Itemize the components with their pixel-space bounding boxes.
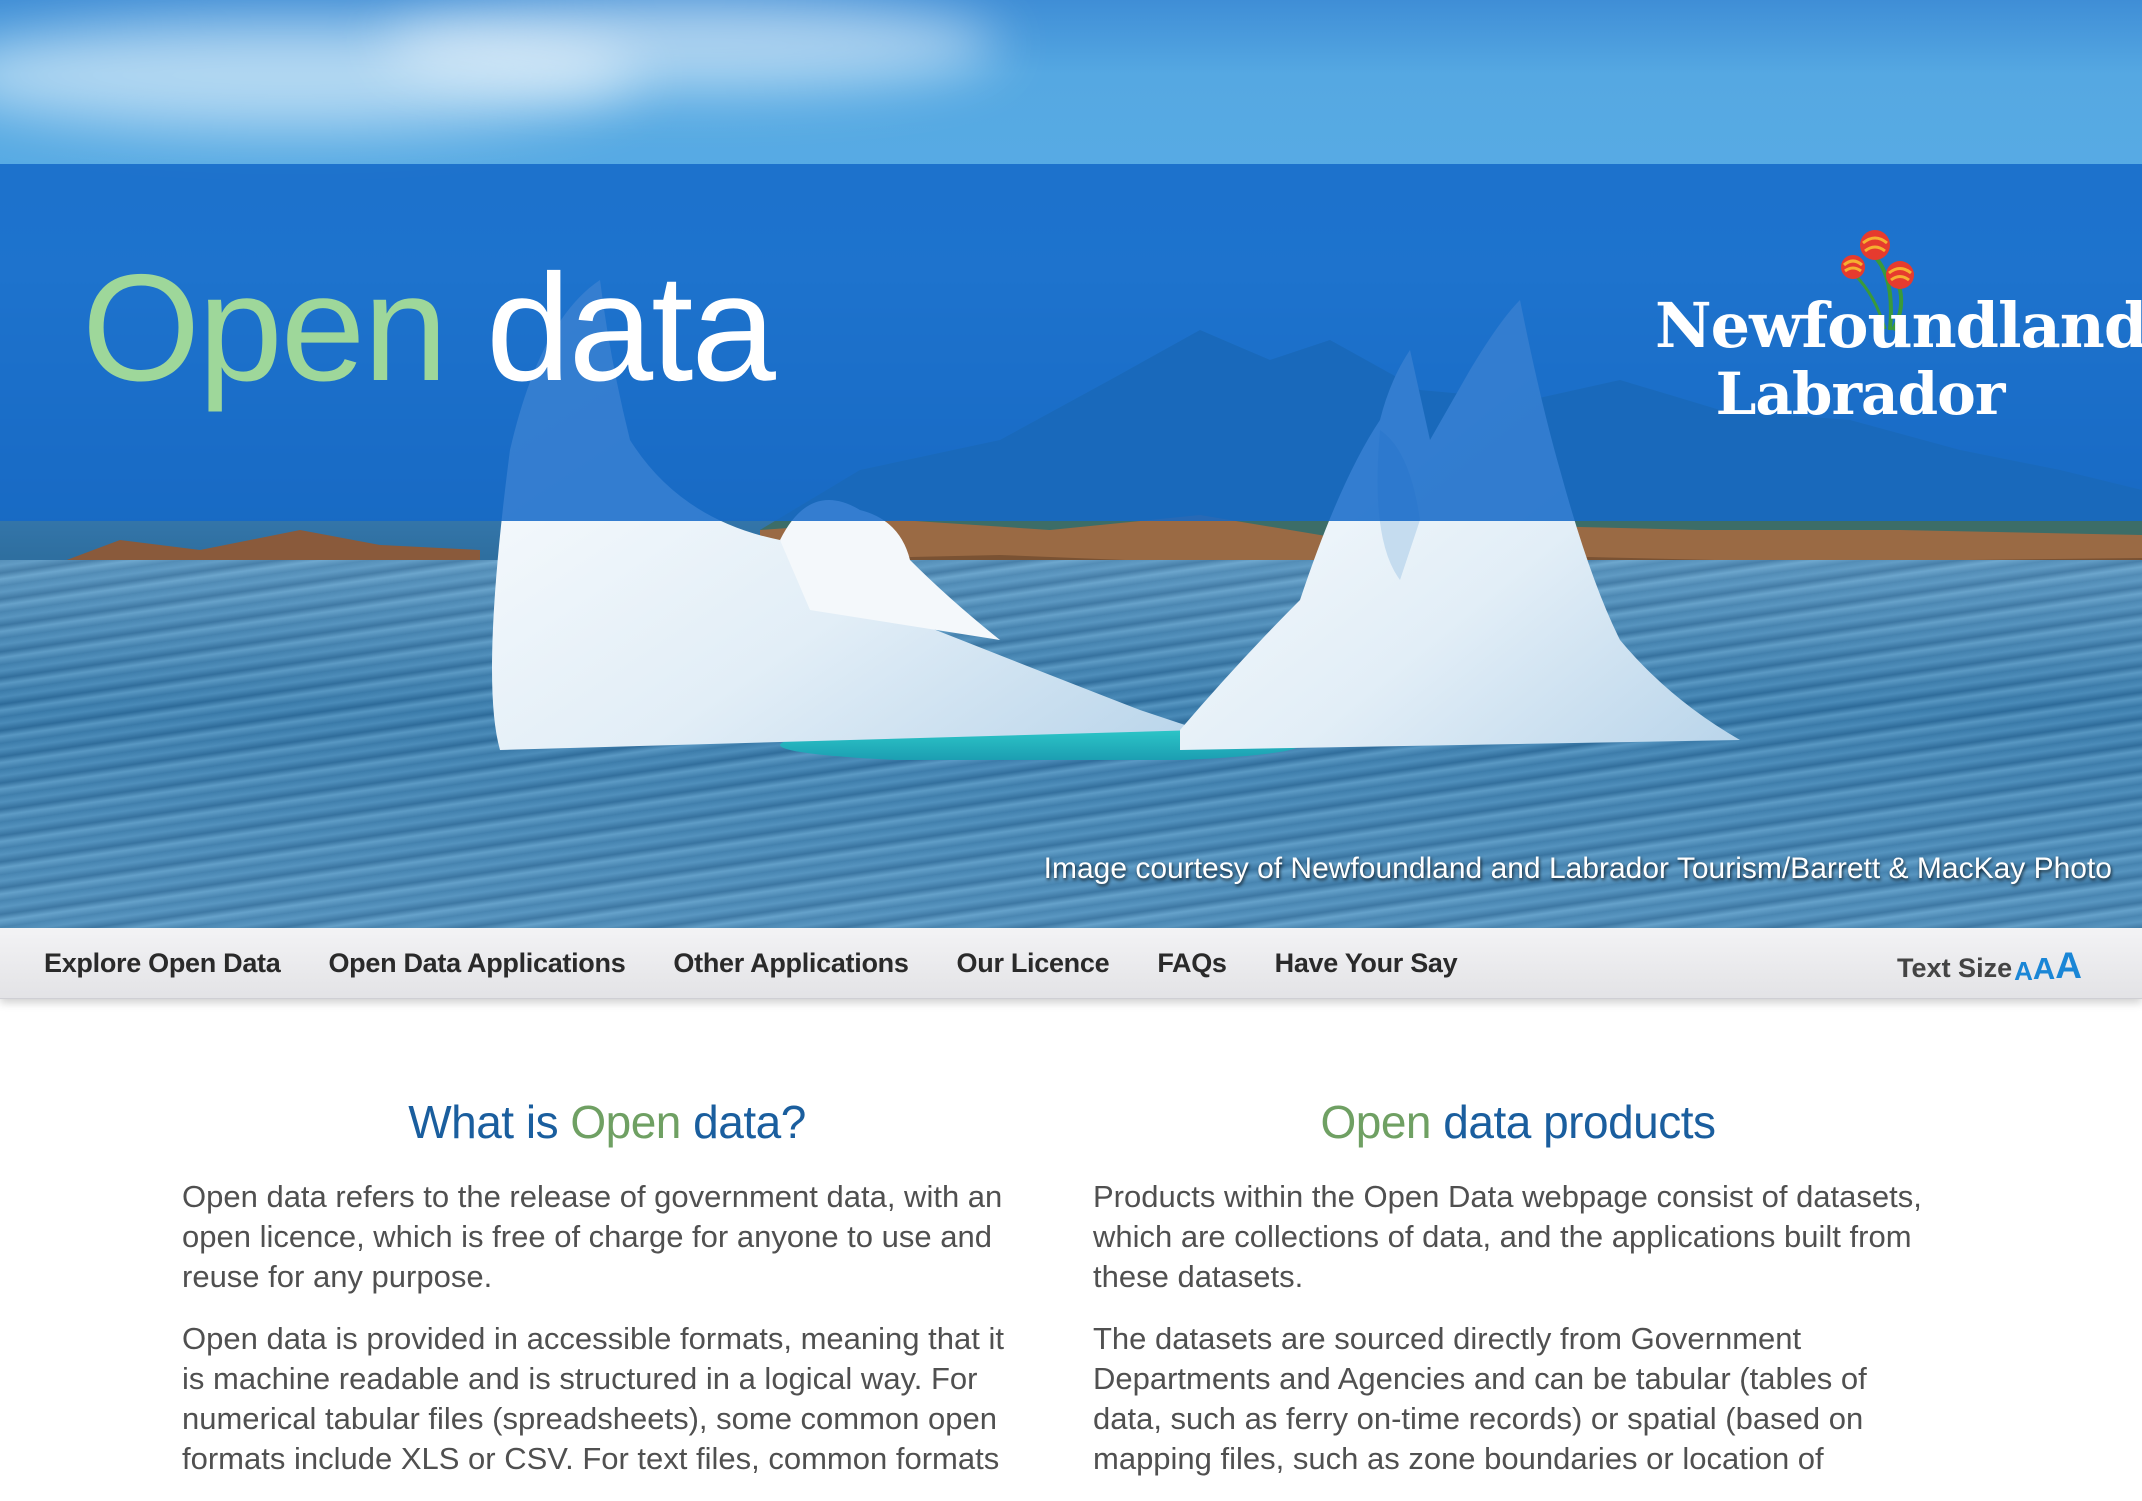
what-is-open-data-heading: What is Open data? (182, 1095, 1032, 1149)
nl-logo[interactable]: Newfoundland Labrador (1655, 225, 2142, 440)
nav-other-applications[interactable]: Other Applications (673, 948, 908, 979)
nav-our-licence[interactable]: Our Licence (957, 948, 1110, 979)
text-size-small-button[interactable]: A (2014, 958, 2033, 984)
heading-text: data products (1431, 1096, 1716, 1148)
heading-text: What is (408, 1096, 571, 1148)
paragraph: The datasets are sourced directly from G… (1093, 1321, 1867, 1476)
nav-explore-open-data[interactable]: Explore Open Data (44, 948, 281, 979)
title-data: data (486, 243, 776, 413)
paragraph: Open data is provided in accessible form… (182, 1321, 1004, 1476)
open-data-products-section: Open data products Products within the O… (1093, 1095, 1943, 1501)
open-data-products-heading: Open data products (1093, 1095, 1943, 1149)
text-size-control: Text Size A A A (1897, 928, 2082, 998)
logo-text-newfoundland: Newfoundland (1655, 289, 2142, 362)
text-size-medium-button[interactable]: A (2033, 953, 2055, 984)
hero-banner: Open data Newfoundland Labrador Image co… (0, 0, 2142, 928)
cloud (380, 0, 1000, 90)
nav-open-data-applications[interactable]: Open Data Applications (328, 948, 625, 979)
what-is-open-data-section: What is Open data? Open data refers to t… (182, 1095, 1032, 1501)
page-title: Open data (82, 252, 776, 404)
heading-text: data? (680, 1096, 806, 1148)
paragraph: Open data refers to the release of gover… (182, 1179, 1003, 1294)
main-nav: Explore Open Data Open Data Applications… (0, 928, 2142, 999)
nav-list: Explore Open Data Open Data Applications… (44, 928, 1505, 998)
logo-text-labrador: Labrador (1715, 360, 2006, 428)
paragraph: Products within the Open Data webpage co… (1093, 1179, 1922, 1294)
nav-have-your-say[interactable]: Have Your Say (1275, 948, 1458, 979)
text-size-large-button[interactable]: A (2055, 947, 2082, 984)
nav-faqs[interactable]: FAQs (1157, 948, 1227, 979)
heading-accent: Open (570, 1096, 681, 1148)
text-size-label: Text Size (1897, 953, 2013, 983)
image-credit: Image courtesy of Newfoundland and Labra… (1043, 852, 2112, 885)
heading-accent: Open (1320, 1096, 1431, 1148)
title-open: Open (82, 243, 448, 413)
